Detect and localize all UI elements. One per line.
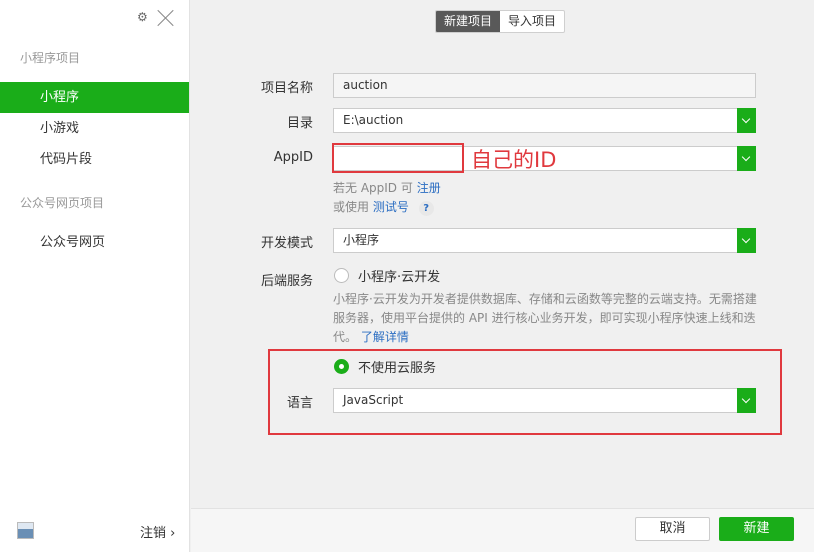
directory-label: 目录 xyxy=(286,116,313,131)
project-name-label: 项目名称 xyxy=(260,81,313,96)
chevron-down-icon[interactable] xyxy=(737,108,756,133)
section-official-account-projects: 公众号网页项目 xyxy=(20,196,105,210)
main-panel: 新建项目 导入项目 项目名称 auction 目录 E:\auction App… xyxy=(191,0,814,552)
directory-select[interactable]: E:\auction xyxy=(333,108,756,133)
sidebar-item-official-webpage[interactable]: 公众号网页 xyxy=(0,227,189,258)
radio-no-cloud[interactable] xyxy=(334,359,349,374)
chevron-down-icon[interactable] xyxy=(737,388,756,413)
avatar[interactable] xyxy=(17,522,34,539)
radio-cloud-dev-label[interactable]: 小程序·云开发 xyxy=(358,266,440,285)
appid-hint-text: 若无 AppID 可 xyxy=(333,181,413,195)
section-miniprogram-projects: 小程序项目 xyxy=(20,51,81,65)
footer-bar: 取消 新建 xyxy=(191,508,814,552)
learn-more-link[interactable]: 了解详情 xyxy=(361,330,409,344)
cloud-description: 小程序·云开发为开发者提供数据库、存储和云函数等完整的云端支持。无需搭建服务器，… xyxy=(333,290,761,347)
dev-mode-select[interactable]: 小程序 xyxy=(333,228,756,253)
cancel-button[interactable]: 取消 xyxy=(635,517,710,541)
language-select[interactable]: JavaScript xyxy=(333,388,756,413)
tab-new-project[interactable]: 新建项目 xyxy=(436,11,501,32)
register-link[interactable]: 注册 xyxy=(417,181,441,195)
sidebar-item-code-snippet[interactable]: 代码片段 xyxy=(0,144,189,175)
annotation-appid-note: 自己的ID xyxy=(471,148,557,172)
appid-hint-register: 若无 AppID 可 注册 xyxy=(333,179,441,196)
language-label: 语言 xyxy=(286,396,313,411)
chevron-down-icon[interactable] xyxy=(737,228,756,253)
sidebar-item-minigame[interactable]: 小游戏 xyxy=(0,113,189,144)
sidebar: ⚙ 小程序项目 小程序 小游戏 代码片段 公众号网页项目 公众号网页 注销 › xyxy=(0,0,190,552)
appid-label: AppID xyxy=(273,150,313,165)
gear-icon[interactable]: ⚙ xyxy=(137,10,148,24)
appid-hint-test: 或使用 测试号 ? xyxy=(333,198,434,216)
help-icon[interactable]: ? xyxy=(418,201,434,216)
logout-link[interactable]: 注销 › xyxy=(140,522,175,541)
appid-hint2-text: 或使用 xyxy=(333,200,370,214)
create-button[interactable]: 新建 xyxy=(719,517,794,541)
dev-mode-value: 小程序 xyxy=(343,233,380,247)
project-tabs: 新建项目 导入项目 xyxy=(435,10,566,33)
annotation-appid-box xyxy=(332,143,464,173)
backend-label: 后端服务 xyxy=(260,274,313,289)
radio-cloud-dev[interactable] xyxy=(334,268,349,283)
sidebar-item-miniprogram[interactable]: 小程序 xyxy=(0,82,189,113)
dev-mode-label: 开发模式 xyxy=(260,236,313,251)
sidebar-bottom: 注销 › xyxy=(0,512,189,552)
directory-value: E:\auction xyxy=(343,113,404,127)
test-account-link[interactable]: 测试号 xyxy=(373,200,409,214)
close-icon[interactable] xyxy=(157,9,174,26)
language-value: JavaScript xyxy=(343,393,404,407)
sidebar-top: ⚙ xyxy=(0,0,189,36)
tab-import-project[interactable]: 导入项目 xyxy=(500,11,564,32)
chevron-down-icon[interactable] xyxy=(737,146,756,171)
project-name-input[interactable]: auction xyxy=(333,73,756,98)
radio-no-cloud-label[interactable]: 不使用云服务 xyxy=(358,357,436,376)
